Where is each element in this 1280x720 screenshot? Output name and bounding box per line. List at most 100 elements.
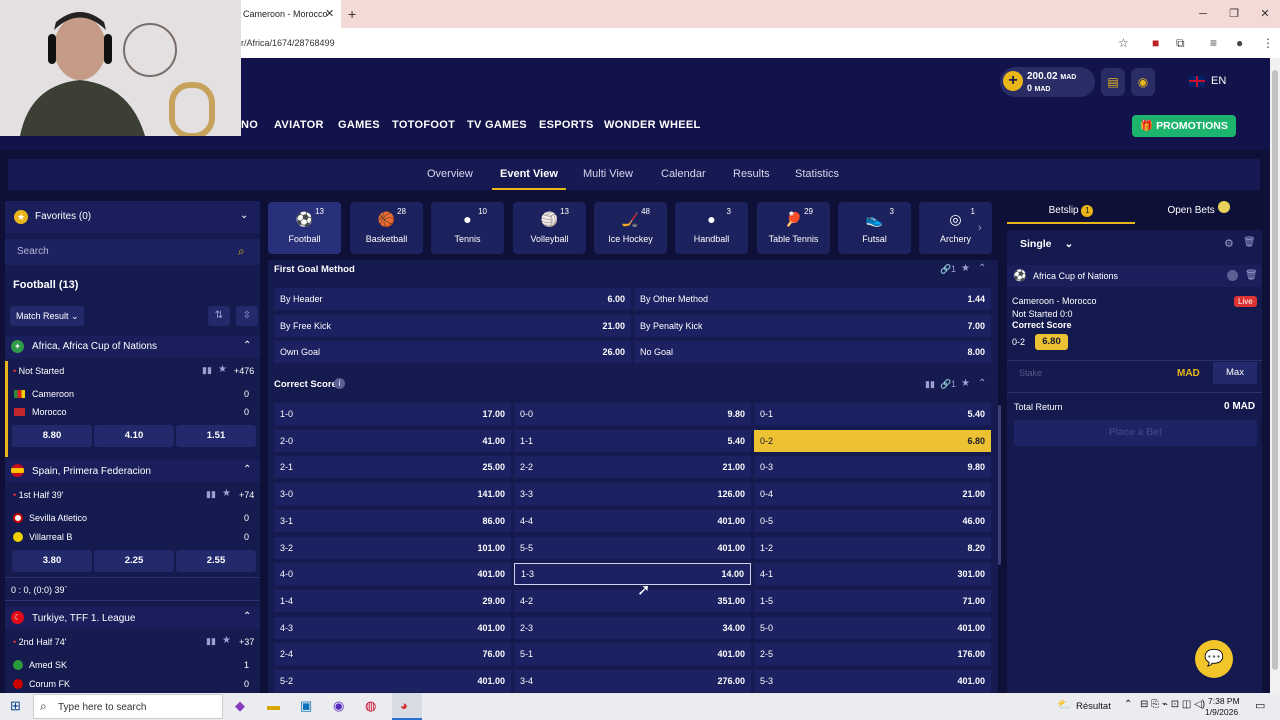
- odd-cell[interactable]: 5-2 401.00: [274, 670, 511, 692]
- app-icon[interactable]: ◉: [333, 698, 344, 714]
- odd-cell[interactable]: By Header 6.00: [274, 288, 631, 310]
- favorite-star-icon[interactable]: ★: [218, 364, 227, 375]
- info-icon[interactable]: i: [334, 378, 345, 389]
- odd-cell[interactable]: 1-2 8.20: [754, 536, 991, 559]
- favorite-star-icon[interactable]: ★: [222, 488, 231, 499]
- odd-cell[interactable]: 4-3 401.00: [274, 616, 511, 639]
- chevron-up-icon[interactable]: ⌃: [243, 340, 251, 351]
- url-text[interactable]: r/Africa/1674/28768499: [241, 28, 335, 58]
- odd-cell[interactable]: 0-0 9.80: [514, 403, 751, 425]
- selected-odd-cell[interactable]: 0-2 6.80: [754, 429, 991, 452]
- odd-cell[interactable]: 3-0 141.00: [274, 483, 511, 506]
- odd-cell[interactable]: 2-4 76.00: [274, 643, 511, 666]
- odd-cell[interactable]: 0-1 5.40: [754, 403, 991, 425]
- windows-start-icon[interactable]: ⊞: [10, 698, 21, 714]
- odd-cell[interactable]: 3-2 101.00: [274, 536, 511, 559]
- odd-cell[interactable]: 0-3 9.80: [754, 456, 991, 479]
- link-icon[interactable]: 🔗: [940, 379, 951, 390]
- copilot-icon[interactable]: ◆: [235, 698, 245, 714]
- stats-icon[interactable]: ▮▮: [202, 365, 212, 376]
- search-input[interactable]: Search: [17, 246, 49, 257]
- odd-cell[interactable]: By Other Method 1.44: [634, 288, 991, 310]
- stats-icon[interactable]: ▮▮: [925, 379, 935, 390]
- more-markets-count[interactable]: +476: [234, 366, 254, 376]
- gear-icon[interactable]: ⚙: [1224, 237, 1234, 250]
- sport-table-tennis[interactable]: 🏓 Table Tennis 29: [757, 202, 830, 254]
- profile-icon[interactable]: ●: [1236, 28, 1243, 58]
- language-selector[interactable]: EN: [1189, 72, 1226, 90]
- minimize-icon[interactable]: ─: [1188, 0, 1218, 28]
- odd-cell[interactable]: By Penalty Kick 7.00: [634, 315, 991, 337]
- odd-cell[interactable]: 4-0 401.00: [274, 563, 511, 586]
- new-tab-icon[interactable]: +: [348, 0, 356, 28]
- chevron-right-icon[interactable]: ›: [978, 222, 982, 234]
- favorites-toggle[interactable]: ★ Favorites (0) ⌄: [5, 201, 260, 233]
- nav-wonder-wheel[interactable]: WONDER WHEEL: [604, 119, 700, 131]
- close-tab-icon[interactable]: ✕: [325, 0, 334, 28]
- nav-casino[interactable]: NO: [241, 119, 258, 131]
- odd-cell[interactable]: 2-1 25.00: [274, 456, 511, 479]
- odd-button[interactable]: 8.80: [12, 425, 92, 447]
- trash-icon[interactable]: 🗑: [1245, 270, 1258, 281]
- trash-icon[interactable]: 🗑: [1243, 237, 1256, 248]
- stake-input[interactable]: Stake: [1013, 362, 1163, 384]
- odd-button[interactable]: 2.25: [94, 550, 174, 572]
- link-icon[interactable]: 🔗: [940, 264, 951, 275]
- chevron-up-icon[interactable]: ⌃: [978, 263, 986, 274]
- tray-icons[interactable]: ⊟ ⎘ ⌁ ⊡ ◫ ◁): [1140, 699, 1205, 710]
- odd-cell[interactable]: 4-1 301.00: [754, 563, 991, 586]
- close-window-icon[interactable]: ✕: [1250, 0, 1280, 28]
- chevron-up-icon[interactable]: ⌃: [243, 464, 251, 475]
- chevron-up-icon[interactable]: ⌃: [978, 378, 986, 389]
- nav-games[interactable]: GAMES: [338, 119, 380, 131]
- cashier-icon[interactable]: ▤: [1101, 68, 1125, 96]
- store-icon[interactable]: ▣: [300, 698, 312, 714]
- chat-button[interactable]: 💬: [1195, 640, 1233, 678]
- scrollbar[interactable]: [998, 405, 1001, 565]
- odd-button[interactable]: 1.51: [176, 425, 256, 447]
- collapse-all-icon[interactable]: ⇳: [236, 306, 258, 326]
- odd-cell[interactable]: 1-1 5.40: [514, 429, 751, 452]
- tab-multi-view[interactable]: Multi View: [583, 168, 633, 180]
- nav-esports[interactable]: ESPORTS: [539, 119, 594, 131]
- odd-cell[interactable]: 1-3 14.00: [514, 563, 751, 586]
- odd-cell[interactable]: 2-3 34.00: [514, 616, 751, 639]
- stats-icon[interactable]: ▮▮: [206, 636, 216, 647]
- stats-icon[interactable]: ▮▮: [206, 489, 216, 500]
- sport-ice-hockey[interactable]: 🏒 Ice Hockey 48: [594, 202, 667, 254]
- restore-icon[interactable]: ❐: [1219, 0, 1249, 28]
- search-icon[interactable]: ⌕: [238, 244, 245, 259]
- sport-basketball[interactable]: 🏀 Basketball 28: [350, 202, 423, 254]
- bet-type-dropdown[interactable]: Single ⌄: [1014, 234, 1084, 254]
- odd-cell[interactable]: 0-5 46.00: [754, 509, 991, 532]
- favorite-star-icon[interactable]: ★: [961, 378, 970, 389]
- page-scrollbar-thumb[interactable]: [1272, 70, 1278, 670]
- app-icon-2[interactable]: ◍: [365, 698, 376, 714]
- account-icon[interactable]: ◉: [1131, 68, 1155, 96]
- tab-open-bets[interactable]: Open Bets: [1135, 199, 1262, 224]
- odd-cell[interactable]: 3-4 276.00: [514, 670, 751, 692]
- odd-cell[interactable]: 5-5 401.00: [514, 536, 751, 559]
- taskbar-search-input[interactable]: Type here to search: [58, 702, 146, 713]
- market-filter-dropdown[interactable]: Match Result ⌄: [10, 306, 84, 326]
- odd-cell[interactable]: 2-0 41.00: [274, 429, 511, 452]
- odd-cell[interactable]: 5-3 401.00: [754, 670, 991, 692]
- place-bet-button[interactable]: Place a Bet: [1014, 420, 1257, 446]
- tab-betslip[interactable]: Betslip 1: [1007, 199, 1135, 224]
- odd-cell[interactable]: Own Goal 26.00: [274, 341, 631, 363]
- weather-label[interactable]: Résultat: [1076, 701, 1111, 712]
- odd-cell[interactable]: 1-4 29.00: [274, 589, 511, 612]
- odd-button[interactable]: 4.10: [94, 425, 174, 447]
- tab-statistics[interactable]: Statistics: [795, 168, 839, 180]
- tab-overview[interactable]: Overview: [427, 168, 473, 180]
- add-funds-icon[interactable]: +: [1003, 71, 1023, 91]
- menu-dots-icon[interactable]: ⋮: [1262, 28, 1274, 58]
- promotions-button[interactable]: 🎁 PROMOTIONS: [1132, 115, 1236, 137]
- info-icon[interactable]: [1227, 270, 1238, 281]
- odd-button[interactable]: 2.55: [176, 550, 256, 572]
- sport-handball[interactable]: ● Handball 3: [675, 202, 748, 254]
- bookmark-star-icon[interactable]: ☆: [1118, 28, 1129, 58]
- nav-tv-games[interactable]: TV GAMES: [467, 119, 527, 131]
- sport-volleyball[interactable]: 🏐 Volleyball 13: [513, 202, 586, 254]
- tab-calendar[interactable]: Calendar: [661, 168, 706, 180]
